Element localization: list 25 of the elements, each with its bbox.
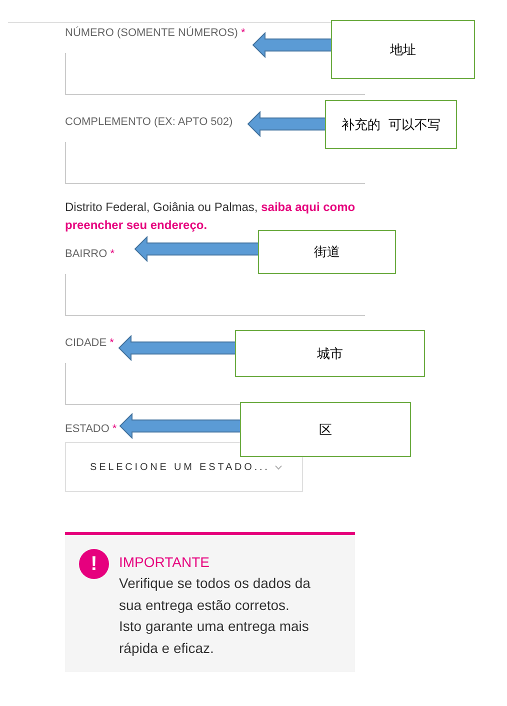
- required-mark: *: [110, 248, 114, 260]
- arrow-icon: [134, 236, 260, 262]
- field-label: BAIRRO: [65, 248, 108, 260]
- alert-icon: !: [79, 549, 109, 579]
- annotation-tooltip: 街道: [258, 230, 396, 274]
- help-link[interactable]: preencher seu endereço.: [65, 218, 208, 232]
- annotation-tooltip: 区: [240, 402, 411, 457]
- help-link[interactable]: saiba aqui como: [261, 200, 356, 214]
- required-mark: *: [110, 337, 114, 349]
- required-mark: *: [112, 423, 117, 435]
- notice-title: IMPORTANTE: [119, 553, 210, 571]
- chevron-down-icon: [275, 464, 282, 470]
- arrow-icon: [252, 32, 333, 58]
- annotation-tooltip: 地址: [331, 20, 475, 79]
- required-mark: *: [240, 27, 246, 39]
- field-label: ESTADO: [65, 423, 110, 435]
- field-label: COMPLEMENTO (EX: APTO 502): [65, 116, 233, 128]
- arrow-icon: [119, 413, 242, 439]
- arrow-icon: [118, 335, 237, 361]
- arrow-icon: [247, 111, 327, 137]
- field-label: CIDADE: [65, 337, 107, 349]
- annotation-tooltip: 城市: [235, 330, 425, 377]
- notice-text: Verifique se todos os dados da sua entrega estão corretos. Isto garante uma entrega mais rápida e eficaz.: [119, 574, 310, 658]
- field-label: NÚMERO (SOMENTE NÚMEROS): [65, 27, 238, 39]
- annotation-tooltip: 补充的 可以不写: [325, 100, 457, 149]
